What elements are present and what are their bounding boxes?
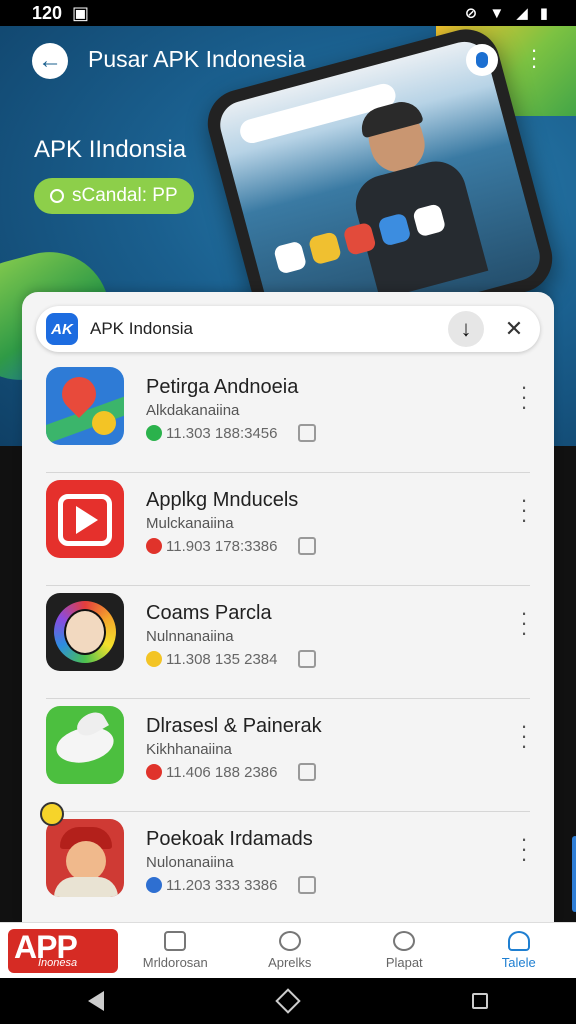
nav-item-plapat[interactable]: Plapat — [347, 931, 462, 970]
card-title: APK Indonsia — [90, 319, 194, 338]
nav-label: Aprelks — [268, 955, 312, 970]
emoji-badge-icon — [40, 802, 64, 826]
back-triangle-icon — [88, 991, 104, 1011]
close-icon: ✕ — [504, 316, 524, 341]
app-meta: 11.203 333 3386 — [146, 876, 316, 894]
hero-heading: APK IIndonsia — [34, 136, 187, 163]
app-name: Dlrasesl & Painerak — [146, 715, 322, 737]
app-name: Applkg Mnducels — [146, 489, 299, 511]
profile-icon — [507, 931, 530, 951]
signal-icon: ◢ — [516, 5, 528, 22]
app-list: Petirga Andnoeia Alkdakanaiina 11.303 18… — [22, 360, 554, 924]
nav-label: Plapat — [385, 955, 423, 970]
card-header: AK APK Indonsia ↓ ✕ — [36, 306, 540, 352]
app-meta: 11.308 135 2384 — [146, 650, 316, 668]
app-name: Poekoak Irdamads — [146, 828, 313, 850]
home-icon — [275, 988, 301, 1014]
voice-search-button[interactable] — [466, 44, 498, 76]
refresh-icon[interactable] — [297, 763, 316, 781]
nav-label: Mrldorosan — [142, 955, 208, 970]
apk-logo-icon: AK — [46, 313, 78, 345]
dnd-icon: ⊘ — [464, 5, 478, 22]
hero-search-pill[interactable]: sCandal: PP — [34, 178, 194, 214]
app-meta-text: 11.203 333 3386 — [166, 876, 278, 894]
nav-item-mrldorosan[interactable]: Mrldorosan — [118, 931, 233, 970]
face-app-icon — [46, 593, 124, 671]
download-button[interactable]: ↓ — [448, 311, 484, 347]
app-meta: 11.303 188:3456 — [146, 424, 316, 442]
item-more-button[interactable]: · · · — [518, 376, 530, 418]
app-meta: 11.406 188 2386 — [146, 763, 316, 781]
app-meta-text: 11.903 178:3386 — [166, 537, 278, 555]
brand-logo[interactable]: APP Inonesa — [8, 928, 118, 973]
app-subtitle: Nulnnanaiina — [146, 628, 234, 645]
system-home-button[interactable] — [268, 981, 308, 1021]
battery-icon: ▮ — [539, 5, 548, 22]
app-meta-text: 11.308 135 2384 — [166, 650, 278, 668]
hero-pill-label: sCandal: PP — [72, 185, 178, 206]
item-more-button[interactable]: · · · — [518, 489, 530, 531]
nav-item-talele[interactable]: Talele — [462, 931, 576, 970]
app-meta-text: 11.303 188:3456 — [166, 424, 278, 442]
app-name: Coams Parcla — [146, 602, 272, 624]
brand-logo-subtext: Inonesa — [38, 956, 78, 969]
list-item[interactable]: Coams Parcla Nulnnanaiina 11.308 135 238… — [46, 586, 530, 699]
more-options-button[interactable]: · · · — [524, 39, 544, 77]
refresh-icon[interactable] — [297, 650, 316, 668]
refresh-icon[interactable] — [297, 537, 316, 555]
system-back-button[interactable] — [76, 981, 116, 1021]
status-bar: 120 ▣ ⊘ ▼ ◢ ▮ — [0, 0, 576, 26]
item-more-button[interactable]: · · · — [518, 828, 530, 870]
app-meta: 11.903 178:3386 — [146, 537, 316, 555]
nav-label: Talele — [501, 955, 536, 970]
app-list-card: AK APK Indonsia ↓ ✕ Petirga Andnoeia Alk… — [22, 292, 554, 924]
system-recents-button[interactable] — [460, 981, 500, 1021]
video-app-icon — [46, 480, 124, 558]
maps-app-icon — [46, 367, 124, 445]
list-item[interactable]: Petirga Andnoeia Alkdakanaiina 11.303 18… — [46, 360, 530, 473]
heart-icon — [393, 931, 416, 951]
person-app-icon — [46, 819, 124, 897]
status-dot-icon — [146, 764, 162, 780]
app-name: Petirga Andnoeia — [146, 376, 299, 398]
app-subtitle: Nulonanaiina — [146, 854, 234, 871]
bottom-navigation: APP Inonesa Mrldorosan Aprelks Plapat Ta… — [0, 922, 576, 978]
system-navigation-bar — [0, 978, 576, 1024]
list-item[interactable]: Dlrasesl & Painerak Kikhhanaiina 11.406 … — [46, 699, 530, 812]
phone-person-image — [334, 97, 489, 300]
close-button[interactable]: ✕ — [500, 315, 528, 343]
recents-icon — [472, 993, 488, 1009]
list-item[interactable]: Poekoak Irdamads Nulonanaiina 11.203 333… — [40, 802, 530, 924]
app-subtitle: Alkdakanaiina — [146, 402, 240, 419]
app-meta-text: 11.406 188 2386 — [166, 763, 278, 781]
status-dot-icon — [146, 651, 162, 667]
mic-icon — [476, 52, 488, 68]
message-icon — [164, 931, 187, 951]
status-dot-icon — [146, 425, 162, 441]
back-button[interactable]: ← — [32, 43, 68, 79]
bird-app-icon — [46, 706, 124, 784]
app-subtitle: Mulckanaiina — [146, 515, 234, 532]
app-subtitle: Kikhhanaiina — [146, 741, 232, 758]
edge-panel-handle[interactable] — [572, 836, 576, 912]
refresh-icon[interactable] — [297, 424, 316, 442]
nav-item-aprelks[interactable]: Aprelks — [233, 931, 348, 970]
arrow-left-icon: ← — [38, 47, 62, 74]
item-more-button[interactable]: · · · — [518, 602, 530, 644]
status-dot-icon — [146, 877, 162, 893]
page-title: Pusar APK Indonesia — [88, 46, 306, 72]
refresh-icon[interactable] — [297, 876, 316, 894]
search-icon — [278, 931, 301, 951]
search-icon — [50, 189, 64, 203]
wifi-icon: ▼ — [489, 4, 505, 22]
download-icon: ↓ — [460, 316, 472, 341]
status-dot-icon — [146, 538, 162, 554]
item-more-button[interactable]: · · · — [518, 715, 530, 757]
status-time: 120 — [32, 2, 63, 23]
list-item[interactable]: Applkg Mnducels Mulckanaiina 11.903 178:… — [46, 473, 530, 586]
image-icon: ▣ — [72, 2, 90, 23]
